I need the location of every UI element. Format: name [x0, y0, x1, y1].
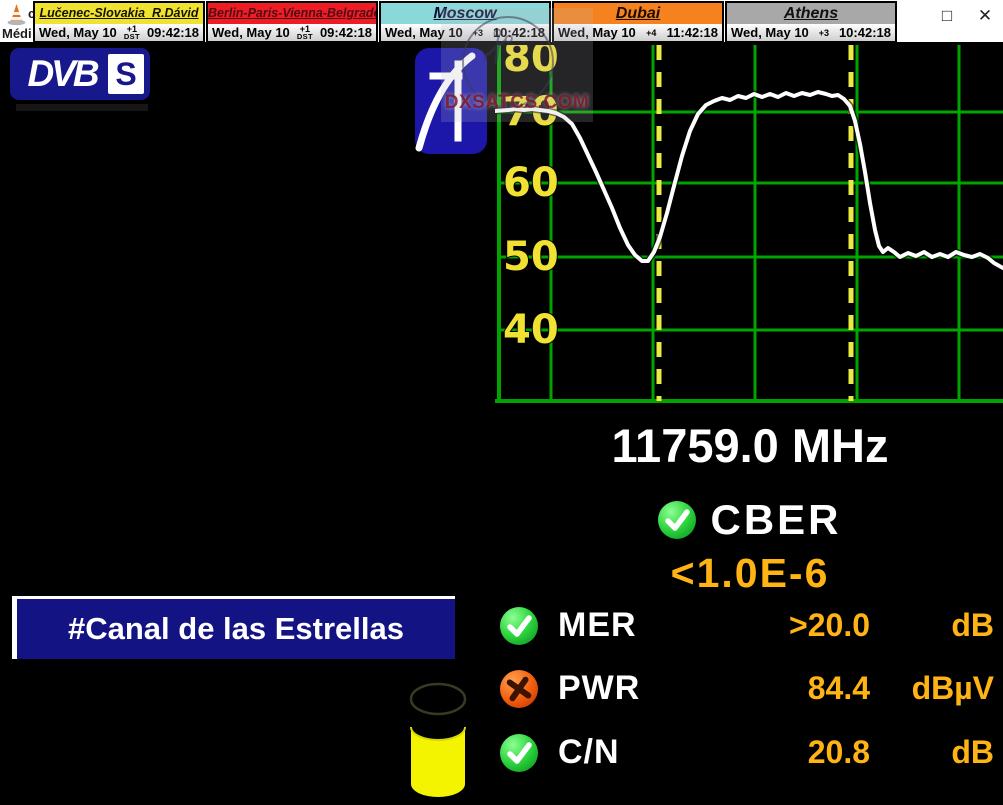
- pwr-label: PWR: [558, 669, 723, 708]
- clock-panel-lucenec: Lučenec-Slovakia_R.Dávid Wed, May 10 +1 …: [33, 1, 205, 43]
- cn-row: C/N 20.8 dB: [500, 733, 998, 772]
- timezone-offset: +3: [815, 29, 833, 37]
- pwr-row: PWR 84.4 dBµV: [500, 669, 998, 708]
- clock-panel-berlin: Berlin-Paris-Vienna-Belgrade Wed, May 10…: [206, 1, 378, 43]
- clock-date: Wed, May 10: [731, 25, 809, 40]
- clock-date: Wed, May 10: [558, 25, 636, 40]
- clock-date: Wed, May 10: [385, 25, 463, 40]
- svg-text:60: 60: [503, 160, 559, 206]
- cber-status-icon: [658, 501, 696, 539]
- timezone-offset: +4: [642, 29, 660, 37]
- clock-city-label: Athens: [727, 3, 895, 24]
- titlebar: c Médi Lučenec-Slovakia_R.Dávid Wed, May…: [0, 0, 1003, 45]
- pwr-value: 84.4: [723, 670, 870, 707]
- dvb-logo-text: DVB: [16, 53, 108, 95]
- cn-value: 20.8: [723, 734, 870, 771]
- mer-label: MER: [558, 606, 723, 645]
- mer-value: >20.0: [723, 607, 870, 644]
- clock-time: 09:42:18: [320, 25, 372, 40]
- timezone-offset: +3: [469, 29, 487, 37]
- clock-city-label: Berlin-Paris-Vienna-Belgrade: [208, 3, 376, 24]
- clock-city-label: Lučenec-Slovakia_R.Dávid: [35, 3, 203, 24]
- dvbs-s-badge: S: [108, 54, 144, 94]
- logo-underline: [16, 104, 148, 111]
- dvbs-logo: DVB S: [10, 48, 150, 100]
- maximize-button[interactable]: □: [935, 4, 959, 28]
- close-button[interactable]: ✕: [973, 4, 997, 28]
- mer-unit: dB: [870, 607, 998, 644]
- svg-text:50: 50: [503, 234, 559, 280]
- pwr-status-icon: [500, 670, 538, 708]
- cn-label: C/N: [558, 733, 723, 772]
- world-clocks: Lučenec-Slovakia_R.Dávid Wed, May 10 +1 …: [33, 1, 898, 43]
- cber-row: CBER: [500, 496, 1000, 544]
- channel-name-box: #Canal de las Estrellas: [12, 596, 455, 659]
- mer-status-icon: [500, 607, 538, 645]
- clock-time: 09:42:18: [147, 25, 199, 40]
- cn-status-icon: [500, 734, 538, 772]
- svg-text:40: 40: [503, 307, 559, 353]
- clock-panel-moscow: Moscow Wed, May 10 +3 10:42:18: [379, 1, 551, 43]
- cber-value: <1.0E-6: [500, 550, 1000, 597]
- clock-time: 11:42:18: [667, 25, 718, 40]
- battery-level-icon: [398, 672, 482, 805]
- clock-panel-dubai: Dubai Wed, May 10 +4 11:42:18: [552, 1, 724, 43]
- clock-panel-athens: Athens Wed, May 10 +3 10:42:18: [725, 1, 897, 43]
- clock-date: Wed, May 10: [212, 25, 290, 40]
- svg-text:80: 80: [503, 45, 559, 81]
- mer-row: MER >20.0 dB: [500, 606, 998, 645]
- analyzer-screen: c Médi Lučenec-Slovakia_R.Dávid Wed, May…: [0, 0, 1003, 800]
- cber-label: CBER: [710, 496, 841, 544]
- pwr-unit: dBµV: [870, 670, 998, 707]
- cn-unit: dB: [870, 734, 998, 771]
- frequency-readout: 11759.0 MHz: [500, 418, 1000, 473]
- spectrum-graph: 8070605040: [495, 45, 1003, 410]
- clock-time: 10:42:18: [839, 25, 891, 40]
- clock-time: 10:42:18: [493, 25, 545, 40]
- satellite-dish-icon[interactable]: [415, 48, 487, 154]
- timezone-offset: +1 DST: [296, 25, 314, 40]
- window-title-fragment: Médi: [2, 26, 32, 41]
- clock-city-label: Moscow: [381, 3, 549, 24]
- timezone-offset: +1 DST: [123, 25, 141, 40]
- clock-date: Wed, May 10: [39, 25, 117, 40]
- channel-name: #Canal de las Estrellas: [68, 611, 404, 647]
- clock-city-label: Dubai: [554, 3, 722, 24]
